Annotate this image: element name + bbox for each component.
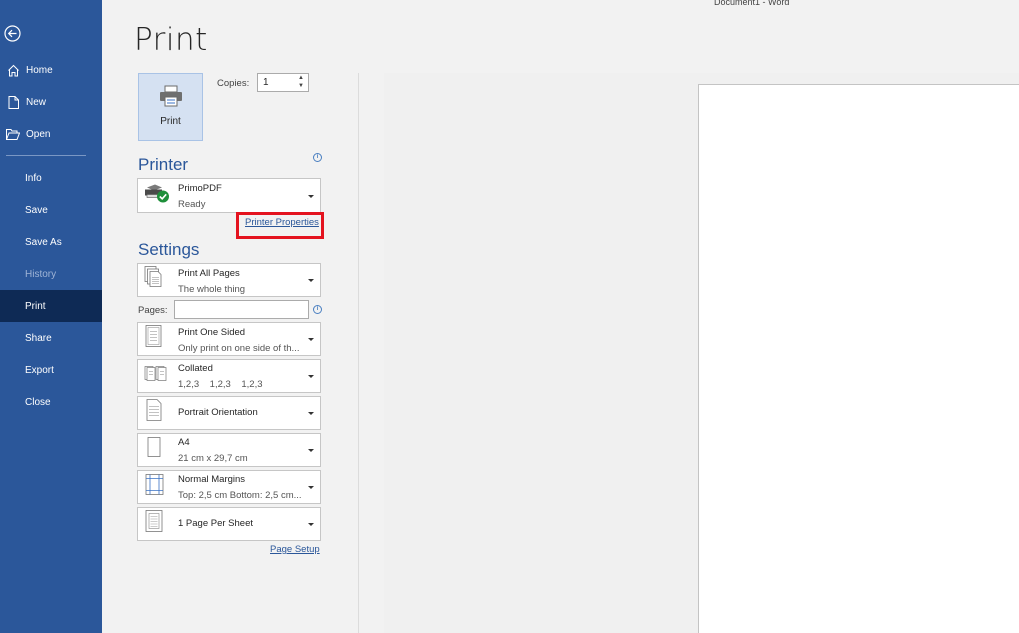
print-button[interactable]: Print (138, 73, 203, 141)
print-preview-page (698, 84, 1019, 633)
copies-decrement-button[interactable]: ▼ (297, 83, 305, 90)
page-setup-link[interactable]: Page Setup (270, 544, 320, 555)
printer-name: PrimoPDF (178, 183, 222, 194)
chevron-down-icon (308, 375, 314, 378)
orientation-dropdown[interactable]: Portrait Orientation (137, 396, 321, 430)
portrait-orientation-icon (144, 399, 164, 428)
copies-value[interactable]: 1 (263, 77, 269, 88)
print-button-label: Print (160, 116, 181, 127)
open-folder-icon (6, 127, 20, 141)
chevron-down-icon (308, 523, 314, 526)
sidebar-item-label: Close (25, 396, 51, 408)
print-range-dropdown[interactable]: Print All Pages The whole thing (137, 263, 321, 297)
copies-stepper[interactable]: 1 ▲ ▼ (257, 73, 309, 92)
sidebar-item-label: Open (26, 128, 51, 140)
sidebar-item-label: Print (25, 300, 46, 312)
printer-heading: Printer (138, 155, 189, 174)
back-arrow-icon (4, 25, 21, 42)
one-sided-icon (144, 325, 164, 354)
sides-subtitle: Only print on one side of th... (178, 343, 300, 354)
pages-stack-icon (144, 266, 164, 295)
chevron-down-icon (308, 194, 314, 198)
chevron-down-icon (308, 338, 314, 341)
pages-info-icon[interactable]: i (313, 305, 322, 314)
sidebar-item-label: Home (26, 64, 53, 76)
sidebar-item-export[interactable]: Export (0, 354, 102, 386)
orientation-title: Portrait Orientation (178, 407, 258, 418)
paper-size-icon (144, 436, 164, 465)
paper-size-title: A4 (178, 437, 190, 448)
margins-subtitle: Top: 2,5 cm Bottom: 2,5 cm... (178, 490, 302, 501)
sidebar-item-label: Export (25, 364, 54, 376)
sidebar-item-new[interactable]: New (0, 86, 102, 118)
collated-icon (144, 365, 170, 388)
sidebar-item-label: History (25, 268, 57, 280)
sidebar-item-open[interactable]: Open (0, 118, 102, 150)
margins-title: Normal Margins (178, 474, 246, 485)
sidebar-item-close[interactable]: Close (0, 386, 102, 418)
copies-increment-button[interactable]: ▲ (297, 75, 305, 82)
pages-per-sheet-dropdown[interactable]: 1 Page Per Sheet (137, 507, 321, 541)
paper-size-dropdown[interactable]: A4 21 cm x 29,7 cm (137, 433, 321, 467)
settings-heading: Settings (138, 240, 200, 259)
window-title: Document1 - Word (714, 0, 790, 7)
new-document-icon (6, 95, 20, 109)
back-button[interactable] (4, 25, 21, 42)
print-range-title: Print All Pages (178, 268, 240, 279)
sidebar-item-home[interactable]: Home (0, 54, 102, 86)
sidebar-item-share[interactable]: Share (0, 322, 102, 354)
chevron-down-icon (308, 449, 314, 452)
sides-title: Print One Sided (178, 327, 246, 338)
paper-size-subtitle: 21 cm x 29,7 cm (178, 453, 248, 464)
sidebar-item-history: History (0, 258, 102, 290)
collation-title: Collated (178, 363, 213, 374)
margins-icon (144, 474, 166, 501)
sidebar-item-label: New (26, 96, 47, 108)
pages-per-sheet-icon (144, 510, 164, 539)
printer-ready-icon (144, 183, 170, 208)
sidebar-item-print[interactable]: Print (0, 290, 102, 322)
panel-divider (358, 73, 359, 633)
copies-label: Copies: (217, 78, 250, 89)
printer-dropdown[interactable]: PrimoPDF Ready (137, 178, 321, 213)
sides-dropdown[interactable]: Print One Sided Only print on one side o… (137, 322, 321, 356)
backstage-sidebar: Home New Open Info Save Save As History … (0, 0, 102, 633)
sidebar-item-info[interactable]: Info (0, 162, 102, 194)
collation-subtitle: 1,2,3 1,2,3 1,2,3 (178, 379, 263, 390)
chevron-down-icon (308, 412, 314, 415)
sidebar-item-label: Info (25, 172, 42, 184)
printer-info-icon[interactable]: i (313, 153, 322, 162)
pages-per-sheet-title: 1 Page Per Sheet (178, 518, 253, 529)
sidebar-item-label: Save As (25, 236, 62, 248)
sidebar-item-save-as[interactable]: Save As (0, 226, 102, 258)
sidebar-divider (6, 155, 86, 156)
page-title: Print (134, 22, 208, 58)
pages-input[interactable] (174, 300, 309, 319)
margins-dropdown[interactable]: Normal Margins Top: 2,5 cm Bottom: 2,5 c… (137, 470, 321, 504)
chevron-down-icon (308, 279, 314, 282)
print-range-subtitle: The whole thing (178, 284, 246, 295)
sidebar-item-label: Share (25, 332, 52, 344)
sidebar-item-label: Save (25, 204, 48, 216)
sidebar-item-save[interactable]: Save (0, 194, 102, 226)
chevron-down-icon (308, 486, 314, 489)
printer-icon (160, 85, 182, 107)
printer-properties-link[interactable]: Printer Properties (245, 217, 319, 228)
printer-status: Ready (178, 199, 206, 210)
collation-dropdown[interactable]: Collated 1,2,3 1,2,3 1,2,3 (137, 359, 321, 393)
home-icon (6, 63, 20, 77)
pages-label: Pages: (138, 305, 168, 316)
